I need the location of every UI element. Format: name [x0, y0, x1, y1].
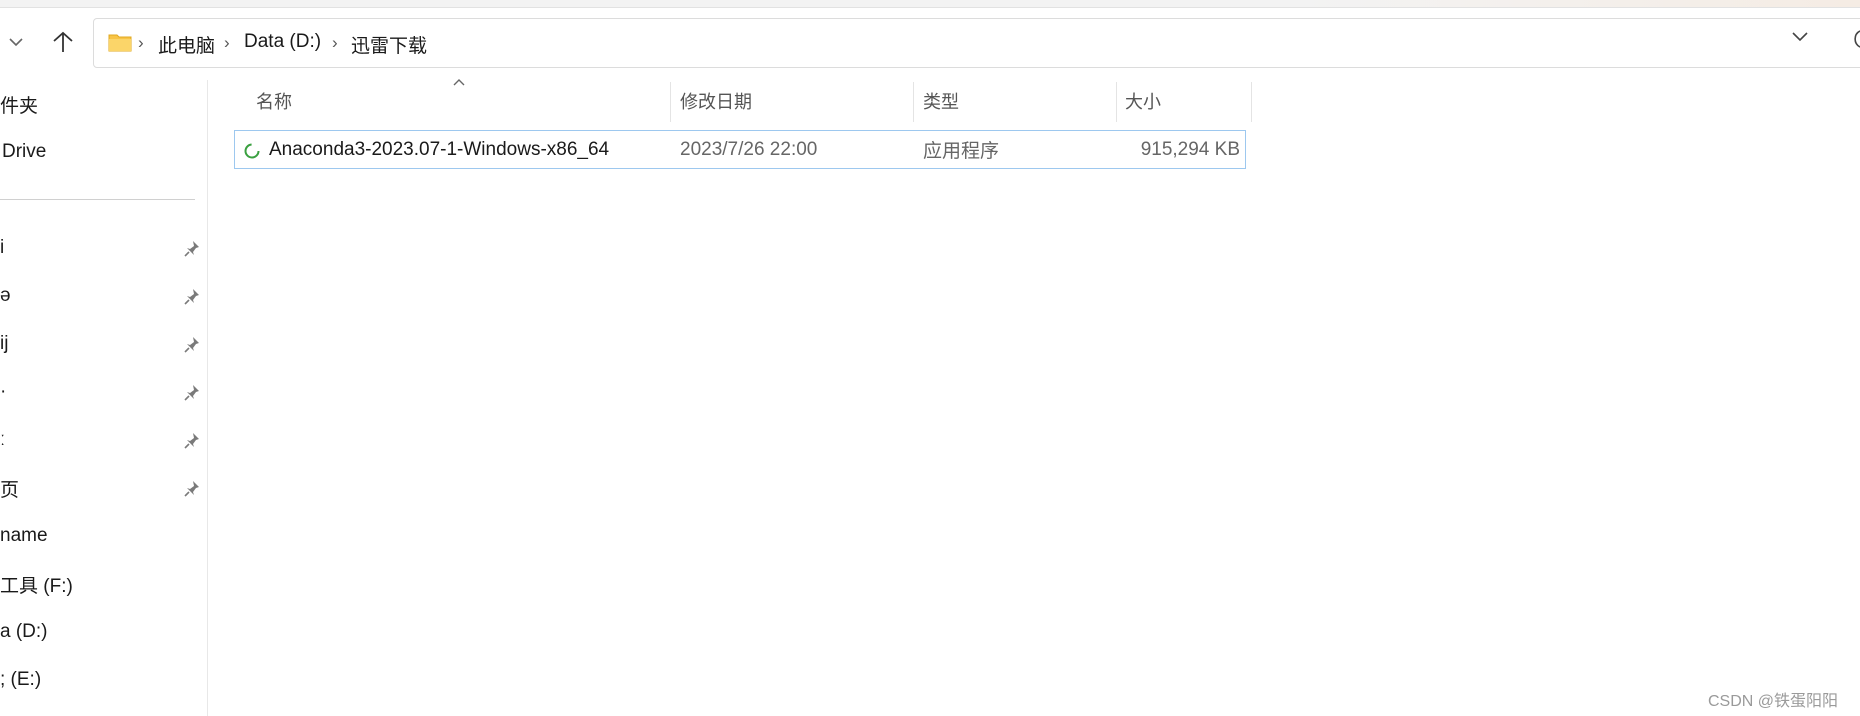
- sidebar-item-pinned[interactable]: i: [0, 228, 207, 268]
- chevron-down-icon: [9, 38, 23, 47]
- breadcrumb-data-d[interactable]: Data (D:): [244, 31, 321, 53]
- breadcrumb-this-pc[interactable]: 此电脑: [158, 31, 215, 58]
- up-button[interactable]: [50, 28, 76, 56]
- breadcrumb-separator-icon: ›: [138, 33, 144, 52]
- column-header-type[interactable]: 类型: [923, 80, 959, 122]
- file-name: Anaconda3-2023.07-1-Windows-x86_64: [269, 138, 610, 160]
- navigation-pane: 件夹 Drive i ǝ ij · ː 页 name 工具 (F:) a (D:…: [0, 80, 208, 716]
- address-history-button[interactable]: [1791, 30, 1809, 48]
- address-bar[interactable]: › 此电脑 › Data (D:) › 迅雷下载: [93, 18, 1860, 68]
- sort-ascending-icon: [453, 79, 465, 86]
- sidebar-item-drive-f[interactable]: 工具 (F:): [0, 564, 207, 604]
- file-modified-date: 2023/7/26 22:00: [680, 138, 818, 160]
- refresh-icon: [1854, 30, 1860, 48]
- table-row[interactable]: Anaconda3-2023.07-1-Windows-x86_64 2023/…: [234, 130, 1246, 169]
- pin-icon[interactable]: [184, 384, 200, 402]
- column-header-modified[interactable]: 修改日期: [680, 80, 752, 122]
- column-divider[interactable]: [1251, 82, 1252, 122]
- pin-icon[interactable]: [184, 480, 200, 498]
- pin-icon[interactable]: [184, 336, 200, 354]
- column-header-size[interactable]: 大小: [1125, 80, 1161, 122]
- pin-icon[interactable]: [184, 432, 200, 450]
- watermark: CSDN @铁蛋阳阳: [1708, 693, 1839, 710]
- column-divider[interactable]: [670, 82, 671, 122]
- breadcrumb-separator-icon: ›: [332, 33, 338, 52]
- folder-icon: [108, 32, 132, 57]
- sidebar-item-pinned[interactable]: 页: [0, 468, 207, 508]
- recent-locations-button[interactable]: [6, 32, 26, 52]
- sidebar-item-folders[interactable]: 件夹: [0, 84, 207, 124]
- sidebar-item-pinned[interactable]: ij: [0, 324, 207, 364]
- sidebar-item-drive-e[interactable]: ; (E:): [0, 660, 207, 700]
- pin-icon[interactable]: [184, 288, 200, 306]
- refresh-button[interactable]: [1847, 29, 1860, 54]
- sidebar-item-pinned[interactable]: ː: [0, 420, 207, 460]
- sidebar-item-pinned[interactable]: ·: [0, 372, 207, 412]
- column-header-name[interactable]: 名称: [256, 80, 292, 122]
- sidebar-item-onedrive[interactable]: Drive: [0, 132, 207, 172]
- pin-icon[interactable]: [184, 240, 200, 258]
- breadcrumb-xunlei-downloads[interactable]: 迅雷下载: [351, 31, 427, 58]
- arrow-up-icon: [53, 31, 73, 52]
- file-size: 915,294 KB: [1140, 138, 1240, 160]
- chevron-down-icon: [1792, 32, 1808, 42]
- column-divider[interactable]: [913, 82, 914, 122]
- sidebar-item-drive-d[interactable]: a (D:): [0, 612, 207, 652]
- loading-spinner-icon: [243, 142, 261, 165]
- file-type: 应用程序: [923, 141, 1000, 162]
- sidebar-divider: [0, 199, 195, 200]
- sidebar-item-drive[interactable]: name: [0, 516, 207, 556]
- breadcrumb-separator-icon: ›: [224, 33, 230, 52]
- column-divider[interactable]: [1116, 82, 1117, 122]
- sidebar-item-pinned[interactable]: ǝ: [0, 276, 207, 316]
- window-top-strip: [0, 0, 1860, 8]
